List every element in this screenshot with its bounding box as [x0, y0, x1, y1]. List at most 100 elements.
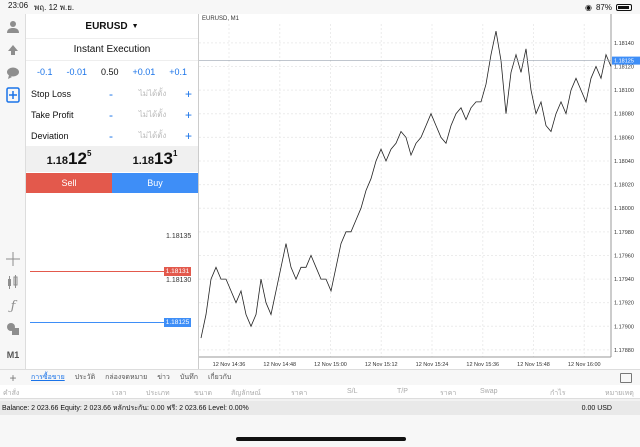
execution-type[interactable]: Instant Execution	[26, 39, 198, 61]
x-tick-label: 12 Nov 14:36	[213, 362, 246, 368]
volume-value[interactable]: 0.50	[101, 67, 119, 77]
bid-quote: 1.18125	[46, 149, 92, 168]
x-tick-label: 12 Nov 15:12	[365, 362, 398, 368]
price-level-top: 1.18135	[166, 233, 192, 240]
deviation-input[interactable]: ไม่ได้ตั้ง	[125, 129, 180, 142]
bid-price-tag: 1.18125	[164, 318, 191, 327]
y-tick-label: 1.18120	[614, 65, 634, 71]
timeframe-m1-button[interactable]: M1	[4, 346, 22, 364]
y-tick-label: 1.18100	[614, 88, 634, 94]
sell-button[interactable]: Sell	[26, 173, 112, 193]
left-toolbar: ƒ M1	[0, 14, 26, 369]
volume-plus-small[interactable]: +0.01	[132, 67, 155, 77]
stop-loss-row: Stop Loss - ไม่ได้ตั้ง +	[26, 83, 198, 104]
execution-label: Instant Execution	[73, 44, 151, 55]
y-tick-label: 1.17960	[614, 253, 634, 259]
ask-line	[30, 271, 164, 272]
y-tick-label: 1.17980	[614, 230, 634, 236]
transfer-icon[interactable]	[4, 40, 22, 58]
y-tick-label: 1.18040	[614, 159, 634, 165]
balance-text: Balance: 2 023.66 Equity: 2 023.66 หลักป…	[2, 404, 249, 412]
y-tick-label: 1.18020	[614, 183, 634, 189]
buy-button[interactable]: Buy	[112, 173, 198, 193]
balance-row: Balance: 2 023.66 Equity: 2 023.66 หลักป…	[0, 401, 640, 415]
empty-area	[0, 415, 640, 447]
quotes-row: 1.18125 1.18131	[26, 146, 198, 172]
battery-percent: 87%	[595, 2, 612, 12]
ask-price-tag: 1.18131	[164, 267, 191, 276]
layout-icon[interactable]	[620, 373, 632, 383]
col-time: เวลา	[112, 390, 127, 397]
tab-trade[interactable]: การซื้อขาย	[26, 372, 70, 383]
chart-canvas: 1.18140 1.18120 1.18100 1.18080 1.18060 1.180…	[199, 14, 640, 368]
volume-minus-small[interactable]: -0.01	[66, 67, 87, 77]
y-tick-label: 1.17880	[614, 348, 634, 354]
ask-quote: 1.18131	[132, 149, 178, 168]
price-series-line	[200, 31, 612, 339]
price-chart[interactable]: 1.18140 1.18120 1.18100 1.18080 1.18060 1.180…	[198, 14, 640, 369]
col-symbol: สัญลักษณ์	[231, 390, 261, 397]
col-sl: S/L	[347, 388, 358, 395]
chevron-down-icon: ▼	[131, 22, 139, 30]
home-indicator[interactable]	[236, 437, 406, 441]
status-time: 23:06	[8, 0, 29, 10]
deviation-minus-button[interactable]: -	[109, 129, 125, 143]
user-icon[interactable]	[4, 18, 22, 36]
x-tick-label: 12 Nov 16:00	[568, 362, 601, 368]
take-profit-row: Take Profit - ไม่ได้ตั้ง +	[26, 104, 198, 125]
tab-news[interactable]: ข่าว	[152, 372, 175, 383]
new-order-icon[interactable]	[4, 86, 22, 104]
price-level-mid: 1.18130	[166, 277, 192, 284]
tab-mailbox[interactable]: กล่องจดหมาย	[100, 372, 152, 383]
stop-loss-minus-button[interactable]: -	[109, 87, 125, 101]
wifi-icon: ◉	[585, 2, 592, 12]
x-tick-label: 12 Nov 15:36	[466, 362, 499, 368]
y-tick-label: 1.18080	[614, 112, 634, 118]
col-size: ขนาด	[194, 390, 213, 397]
objects-icon[interactable]	[4, 320, 22, 338]
stop-loss-input[interactable]: ไม่ได้ตั้ง	[125, 87, 180, 100]
x-tick-label: 12 Nov 15:48	[517, 362, 550, 368]
orders-table-header: คำสั่ง เวลา ประเภท ขนาด สัญลักษณ์ ราคา S…	[0, 385, 640, 399]
price-levels: 1.18135 1.18131 1.18130 1.18125	[26, 194, 198, 369]
volume-minus-large[interactable]: -0.1	[37, 67, 53, 77]
tab-about[interactable]: เกี่ยวกับ	[203, 372, 236, 383]
add-icon[interactable]: +	[0, 371, 26, 385]
take-profit-input[interactable]: ไม่ได้ตั้ง	[125, 108, 180, 121]
x-tick-label: 12 Nov 14:48	[263, 362, 296, 368]
take-profit-plus-button[interactable]: +	[180, 108, 192, 122]
battery-icon	[616, 3, 632, 11]
order-panel: EURUSD ▼ Instant Execution -0.1 -0.01 0.…	[26, 14, 198, 194]
crosshair-icon[interactable]	[4, 250, 22, 268]
y-tick-label: 1.17940	[614, 277, 634, 283]
take-profit-label: Take Profit	[31, 109, 74, 120]
deviation-label: Deviation	[31, 130, 69, 141]
x-tick-label: 12 Nov 15:24	[416, 362, 449, 368]
stop-loss-label: Stop Loss	[31, 88, 72, 99]
volume-stepper: -0.1 -0.01 0.50 +0.01 +0.1	[26, 61, 198, 83]
take-profit-minus-button[interactable]: -	[109, 108, 125, 122]
deviation-row: Deviation - ไม่ได้ตั้ง +	[26, 125, 198, 146]
y-tick-label: 1.18000	[614, 206, 634, 212]
chat-icon[interactable]	[4, 64, 22, 82]
volume-plus-large[interactable]: +0.1	[169, 67, 187, 77]
deviation-plus-button[interactable]: +	[180, 129, 192, 143]
col-comment: หมายเหตุ	[605, 390, 634, 397]
tab-journal[interactable]: บันทึก	[175, 372, 203, 383]
col-type: ประเภท	[146, 390, 170, 397]
status-date: พฤ. 12 พ.ย.	[34, 2, 75, 12]
indicators-icon[interactable]: ƒ	[4, 297, 22, 315]
stop-loss-plus-button[interactable]: +	[180, 87, 192, 101]
symbol-selector[interactable]: EURUSD ▼	[26, 14, 198, 39]
tab-history[interactable]: ประวัติ	[70, 372, 100, 383]
col-order: คำสั่ง	[3, 390, 20, 397]
candles-icon[interactable]	[4, 273, 22, 291]
bid-line	[30, 322, 164, 323]
y-tick-label: 1.18140	[614, 41, 634, 47]
col-swap: Swap	[480, 388, 498, 395]
bottom-tabs: + การซื้อขาย ประวัติ กล่องจดหมาย ข่าว บั…	[0, 369, 640, 385]
chart-title: EURUSD, M1	[202, 16, 240, 22]
col-tp: T/P	[397, 388, 408, 395]
y-tick-label: 1.17900	[614, 324, 634, 330]
status-bar: 23:06 พฤ. 12 พ.ย. ◉ 87%	[0, 0, 640, 14]
